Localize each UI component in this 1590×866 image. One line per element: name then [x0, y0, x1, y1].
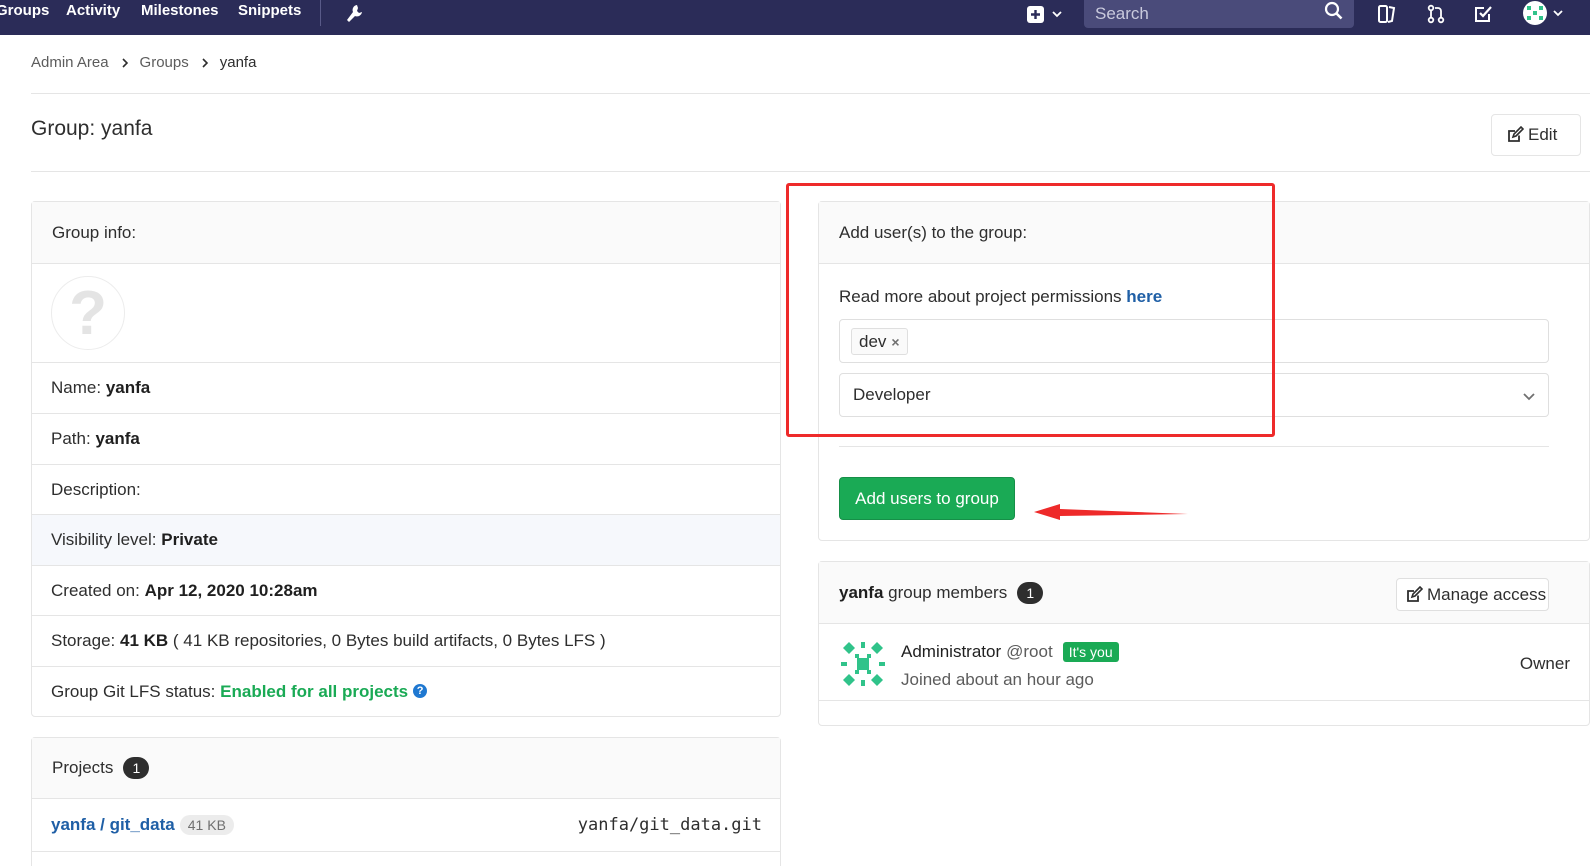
merge-requests-icon[interactable] [1422, 0, 1450, 28]
nav-groups-link[interactable]: Groups [0, 2, 49, 19]
manage-access-button[interactable]: Manage access [1396, 578, 1549, 611]
remove-token-icon[interactable]: × [891, 334, 899, 350]
member-joined-text: Joined about an hour ago [901, 670, 1094, 689]
divider [31, 93, 1590, 94]
storage-label: Storage: [51, 631, 116, 650]
selected-user-label: dev [859, 331, 887, 351]
todos-icon[interactable] [1469, 0, 1497, 28]
chevron-down-icon [1523, 393, 1535, 401]
user-avatar-dropdown[interactable] [1519, 0, 1569, 28]
lfs-status-row: Group Git LFS status: Enabled for all pr… [32, 667, 780, 717]
member-full-name[interactable]: Administrator [901, 642, 1001, 662]
group-avatar-placeholder-icon: ? [51, 276, 125, 350]
name-label: Name: [51, 378, 102, 397]
access-level-select[interactable]: Developer [839, 373, 1549, 417]
breadcrumb: Admin Area Groups yanfa [31, 54, 256, 71]
nav-snippets-link[interactable]: Snippets [238, 2, 301, 19]
nav-divider [320, 0, 321, 26]
description-row: Description: [32, 465, 780, 515]
edit-group-button[interactable]: Edit [1491, 114, 1581, 156]
members-group-name: yanfa [839, 582, 884, 602]
group-info-header: Group info: [32, 202, 780, 264]
created-value: Apr 12, 2020 10:28am [144, 580, 318, 600]
access-level-value: Developer [853, 385, 931, 404]
lfs-value: Enabled for all projects [220, 682, 409, 701]
visibility-value: Private [161, 530, 218, 549]
members-count-badge: 1 [1017, 581, 1044, 604]
path-value: yanfa [95, 429, 140, 448]
storage-value: 41 KB [120, 631, 169, 650]
add-users-to-group-button[interactable]: Add users to group [839, 477, 1015, 520]
projects-card: Projects 1 yanfa / git_data 41 KB yanfa/g… [31, 737, 781, 866]
permissions-help-text: Read more about project permissions here [839, 287, 1162, 307]
name-row: Name: yanfa [32, 363, 780, 414]
help-question-icon[interactable]: ? [413, 684, 428, 698]
project-repo-path: yanfa/git_data.git [577, 815, 762, 835]
lfs-label: Group Git LFS status: [51, 682, 216, 701]
chevron-right-icon [121, 57, 128, 68]
nav-activity-link[interactable]: Activity [66, 2, 120, 19]
group-members-card: yanfa group members 1 Manage access Admi… [818, 561, 1590, 726]
created-row: Created on: Apr 12, 2020 10:28am [32, 566, 780, 616]
member-username: @root [1006, 642, 1053, 661]
edit-button-label: Edit [1528, 125, 1558, 144]
chevron-right-icon [202, 57, 208, 68]
user-select-field[interactable]: dev × [839, 319, 1549, 363]
breadcrumb-current[interactable]: yanfa [220, 54, 257, 71]
members-header: yanfa group members 1 Manage access [819, 562, 1589, 624]
divider [839, 446, 1549, 447]
manage-access-label: Manage access [1427, 584, 1547, 604]
path-row: Path: yanfa [32, 414, 780, 465]
edit-icon [1508, 126, 1524, 142]
projects-title: Projects [52, 758, 114, 777]
divider [31, 171, 1590, 172]
top-navbar: Groups Activity Milestones Snippets [0, 0, 1590, 35]
search-box [1084, 0, 1354, 28]
search-input[interactable] [1084, 0, 1322, 28]
member-role: Owner [1519, 654, 1570, 673]
breadcrumb-groups[interactable]: Groups [140, 54, 189, 71]
member-name-line: Administrator @root It's you [901, 642, 1119, 662]
storage-detail: ( 41 KB repositories, 0 Bytes build arti… [172, 631, 606, 650]
project-link[interactable]: yanfa / git_data [51, 815, 175, 834]
admin-wrench-icon[interactable] [340, 0, 368, 28]
breadcrumb-admin-area[interactable]: Admin Area [31, 54, 109, 71]
page-title: Group: yanfa [31, 117, 153, 140]
permissions-text: Read more about project permissions [839, 287, 1122, 306]
visibility-row: Visibility level: Private [32, 515, 780, 566]
member-row: Administrator @root It's you Joined abou… [819, 624, 1589, 701]
add-users-card: Add user(s) to the group: Read more abou… [818, 201, 1590, 541]
new-item-plus-icon[interactable] [1022, 0, 1066, 28]
selected-user-token: dev × [851, 328, 908, 355]
name-value: yanfa [105, 378, 151, 397]
edit-icon [1407, 585, 1423, 602]
search-icon[interactable] [1324, 1, 1344, 26]
created-label: Created on: [51, 580, 140, 600]
projects-header: Projects 1 [32, 738, 780, 799]
path-label: Path: [51, 429, 91, 448]
storage-row: Storage: 41 KB ( 41 KB repositories, 0 B… [32, 616, 780, 667]
group-info-card: Group info: ? Name: yanfa Path: yanfa De… [31, 201, 781, 717]
issues-icon[interactable] [1373, 0, 1401, 28]
projects-count-badge: 1 [123, 757, 150, 779]
permissions-here-link[interactable]: here [1126, 287, 1162, 306]
nav-milestones-link[interactable]: Milestones [141, 2, 219, 19]
visibility-label: Visibility level: [51, 530, 157, 549]
member-avatar[interactable] [839, 640, 887, 688]
its-you-badge: It's you [1062, 642, 1119, 662]
members-header-text: group members [888, 582, 1008, 602]
description-label: Description: [51, 479, 141, 499]
group-avatar-row: ? [32, 264, 780, 363]
add-users-header: Add user(s) to the group: [819, 202, 1589, 264]
project-row: yanfa / git_data 41 KB yanfa/git_data.git [32, 799, 780, 852]
project-size-badge: 41 KB [179, 815, 234, 835]
